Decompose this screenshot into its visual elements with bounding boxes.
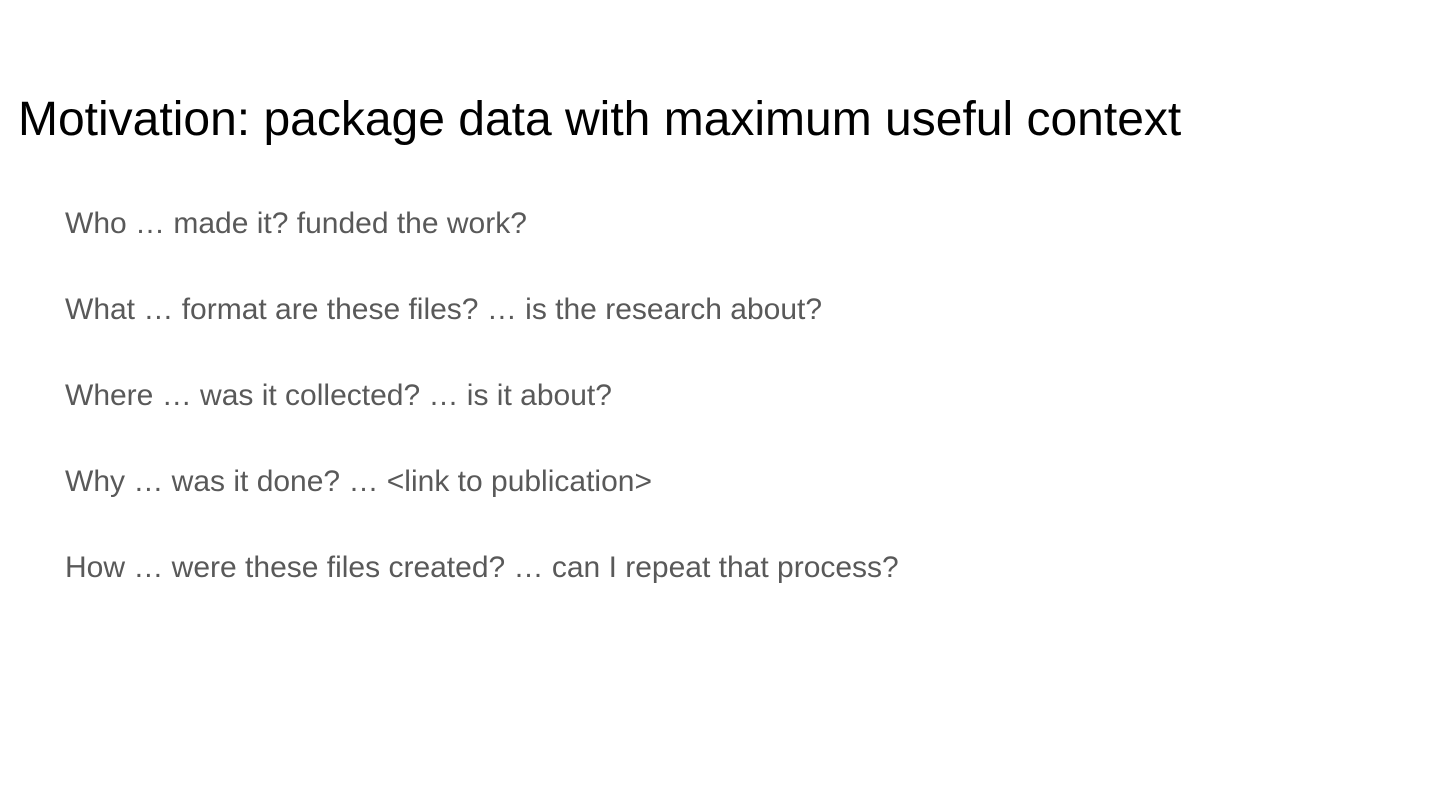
bullet-list: Who … made it? funded the work? What … f…	[0, 147, 1441, 585]
bullet-item: Where … was it collected? … is it about?	[65, 379, 1441, 413]
bullet-item: Who … made it? funded the work?	[65, 207, 1441, 241]
slide-title: Motivation: package data with maximum us…	[0, 0, 1441, 147]
bullet-item: How … were these files created? … can I …	[65, 551, 1441, 585]
slide: Motivation: package data with maximum us…	[0, 0, 1441, 811]
bullet-item: Why … was it done? … <link to publicatio…	[65, 465, 1441, 499]
bullet-item: What … format are these files? … is the …	[65, 293, 1441, 327]
